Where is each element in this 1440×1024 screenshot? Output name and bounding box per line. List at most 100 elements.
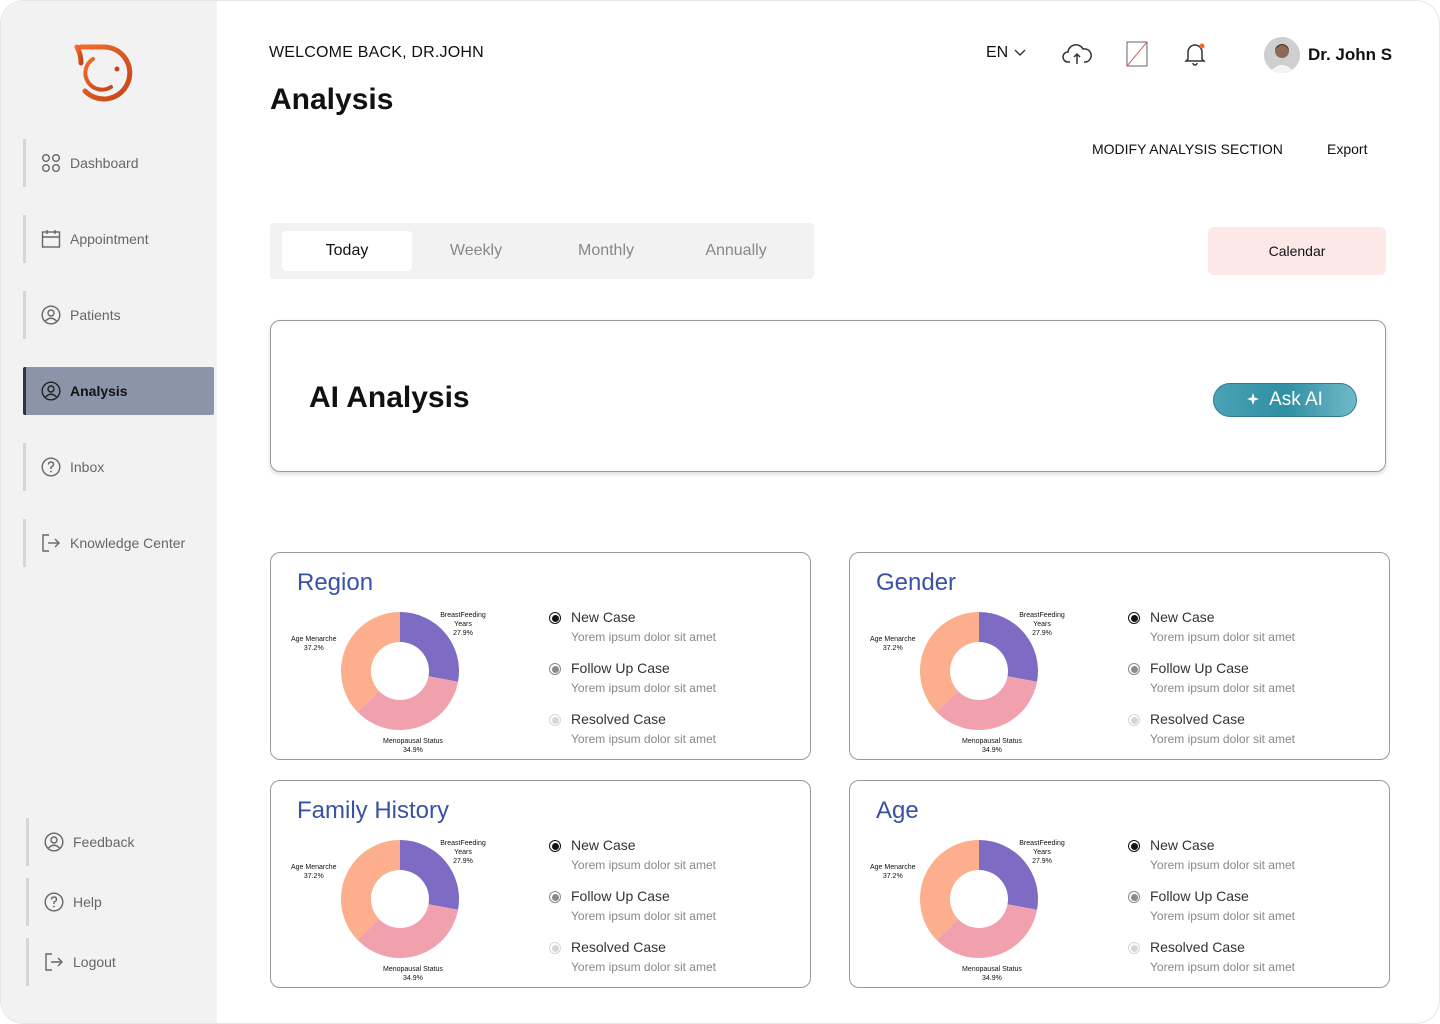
sidebar-item-label: Analysis: [70, 383, 128, 399]
tab-annually[interactable]: Annually: [671, 231, 801, 271]
slice-label: BreastFeeding Years 27.9%: [1010, 611, 1074, 638]
slice-label: Age Menarche 37.2%: [870, 863, 916, 881]
ask-ai-button[interactable]: Ask AI: [1213, 383, 1357, 417]
ai-analysis-card: AI Analysis Ask AI: [270, 320, 1386, 472]
tab-weekly[interactable]: Weekly: [411, 231, 541, 271]
sidebar-item-label: Logout: [73, 954, 116, 970]
legend-description: Yorem ipsum dolor sit amet: [1150, 858, 1295, 872]
user-circle-icon: [43, 831, 65, 853]
user-name: Dr. John S: [1308, 45, 1393, 64]
legend-description: Yorem ipsum dolor sit amet: [571, 681, 716, 695]
avatar[interactable]: [1264, 37, 1300, 73]
legend-name: New Case: [1150, 837, 1215, 853]
legend-description: Yorem ipsum dolor sit amet: [1150, 909, 1295, 923]
export-button[interactable]: Export: [1327, 141, 1367, 157]
tab-today[interactable]: Today: [282, 231, 412, 271]
donut-slice: [341, 840, 400, 940]
legend-item[interactable]: New Case Yorem ipsum dolor sit amet: [1128, 609, 1368, 660]
calendar-icon: [40, 228, 62, 250]
chart-card-gender: Gender BreastFeeding Years 27.9% Menopausal…: [849, 552, 1390, 760]
legend-item[interactable]: Follow Up Case Yorem ipsum dolor sit amet: [1128, 660, 1368, 711]
legend-description: Yorem ipsum dolor sit amet: [1150, 681, 1295, 695]
image-placeholder-icon[interactable]: [1121, 39, 1153, 69]
legend-item[interactable]: Resolved Case Yorem ipsum dolor sit amet: [549, 939, 789, 990]
donut-chart: BreastFeeding Years 27.9% Menopausal Statu…: [870, 831, 1074, 982]
period-tabs: Today Weekly Monthly Annually: [270, 223, 814, 279]
sidebar-item-patients[interactable]: Patients: [23, 291, 214, 339]
sidebar-item-dashboard[interactable]: Dashboard: [23, 139, 214, 187]
page-title: Analysis: [270, 83, 394, 116]
radio-dot-icon: [549, 891, 561, 903]
modify-analysis-button[interactable]: MODIFY ANALYSIS SECTION: [1092, 141, 1283, 157]
radio-dot-icon: [549, 612, 561, 624]
donut-chart: BreastFeeding Years 27.9% Menopausal Statu…: [870, 603, 1074, 754]
legend-name: New Case: [571, 609, 636, 625]
sidebar-item-knowledge-center[interactable]: Knowledge Center: [23, 519, 214, 567]
legend-item[interactable]: Resolved Case Yorem ipsum dolor sit amet: [1128, 711, 1368, 762]
sidebar-item-feedback[interactable]: Feedback: [26, 818, 217, 866]
slice-label: Menopausal Status 34.9%: [383, 965, 443, 983]
chart-card-family-history: Family History BreastFeeding Years 27.9% Me…: [270, 780, 811, 988]
sidebar-item-help[interactable]: Help: [26, 878, 217, 926]
donut-slice: [920, 840, 979, 940]
logout-arrow-icon: [40, 532, 62, 554]
cloud-upload-icon[interactable]: [1061, 39, 1093, 69]
welcome-message: WELCOME BACK, DR.JOHN: [269, 44, 484, 61]
logout-arrow-icon: [43, 951, 65, 973]
slice-label: Menopausal Status 34.9%: [383, 737, 443, 755]
sidebar-item-logout[interactable]: Logout: [26, 938, 217, 986]
slice-label: Age Menarche 37.2%: [870, 635, 916, 653]
slice-name: Age Menarche: [870, 864, 916, 871]
slice-name: BreastFeeding Years: [1019, 840, 1065, 856]
slice-value: 37.2%: [882, 645, 903, 652]
question-circle-icon: [43, 891, 65, 913]
slice-value: 34.9%: [403, 747, 423, 754]
slice-label: Age Menarche 37.2%: [291, 863, 337, 881]
legend-item[interactable]: Resolved Case Yorem ipsum dolor sit amet: [1128, 939, 1368, 990]
radio-dot-icon: [549, 942, 561, 954]
sidebar: Dashboard Appointment Patients Analysis …: [1, 1, 217, 1023]
sidebar-item-appointment[interactable]: Appointment: [23, 215, 214, 263]
legend-item[interactable]: Follow Up Case Yorem ipsum dolor sit amet: [549, 660, 789, 711]
slice-name: BreastFeeding Years: [440, 612, 486, 628]
app-window: Dashboard Appointment Patients Analysis …: [0, 0, 1440, 1024]
legend-item[interactable]: Follow Up Case Yorem ipsum dolor sit amet: [549, 888, 789, 939]
slice-name: Menopausal Status: [962, 966, 1022, 973]
sidebar-item-label: Appointment: [70, 231, 149, 247]
slice-value: 34.9%: [982, 975, 1002, 982]
tab-monthly[interactable]: Monthly: [541, 231, 671, 271]
chart-legend: New Case Yorem ipsum dolor sit amet Follow…: [549, 837, 789, 990]
chart-legend: New Case Yorem ipsum dolor sit amet Follow…: [1128, 609, 1368, 762]
slice-label: BreastFeeding Years 27.9%: [431, 611, 495, 638]
language-label: EN: [986, 44, 1009, 61]
sidebar-item-inbox[interactable]: Inbox: [23, 443, 214, 491]
legend-description: Yorem ipsum dolor sit amet: [1150, 732, 1295, 746]
legend-name: Resolved Case: [1150, 711, 1245, 727]
legend-item[interactable]: New Case Yorem ipsum dolor sit amet: [1128, 837, 1368, 888]
radio-dot-icon: [549, 714, 561, 726]
legend-name: Follow Up Case: [1150, 660, 1249, 676]
legend-item[interactable]: New Case Yorem ipsum dolor sit amet: [549, 837, 789, 888]
radio-dot-icon: [1128, 714, 1140, 726]
slice-label: Age Menarche 37.2%: [291, 635, 337, 653]
legend-item[interactable]: Resolved Case Yorem ipsum dolor sit amet: [549, 711, 789, 762]
calendar-button[interactable]: Calendar: [1208, 227, 1386, 275]
legend-name: New Case: [1150, 609, 1215, 625]
slice-name: Menopausal Status: [383, 738, 443, 745]
legend-item[interactable]: Follow Up Case Yorem ipsum dolor sit amet: [1128, 888, 1368, 939]
chart-card-region: Region BreastFeeding Years 27.9% Menopausal…: [270, 552, 811, 760]
slice-label: BreastFeeding Years 27.9%: [431, 839, 495, 866]
legend-description: Yorem ipsum dolor sit amet: [571, 909, 716, 923]
sidebar-item-label: Help: [73, 894, 102, 910]
slice-name: Menopausal Status: [383, 966, 443, 973]
user-circle-icon: [40, 380, 62, 402]
donut-chart: BreastFeeding Years 27.9% Menopausal Statu…: [291, 831, 495, 983]
sparkle-icon: [1247, 389, 1260, 411]
language-selector[interactable]: EN: [986, 44, 1026, 62]
sidebar-item-analysis[interactable]: Analysis: [23, 367, 214, 415]
bell-icon[interactable]: [1179, 39, 1211, 69]
legend-item[interactable]: New Case Yorem ipsum dolor sit amet: [549, 609, 789, 660]
question-circle-icon: [40, 456, 62, 478]
sidebar-item-label: Patients: [70, 307, 121, 323]
radio-dot-icon: [1128, 942, 1140, 954]
